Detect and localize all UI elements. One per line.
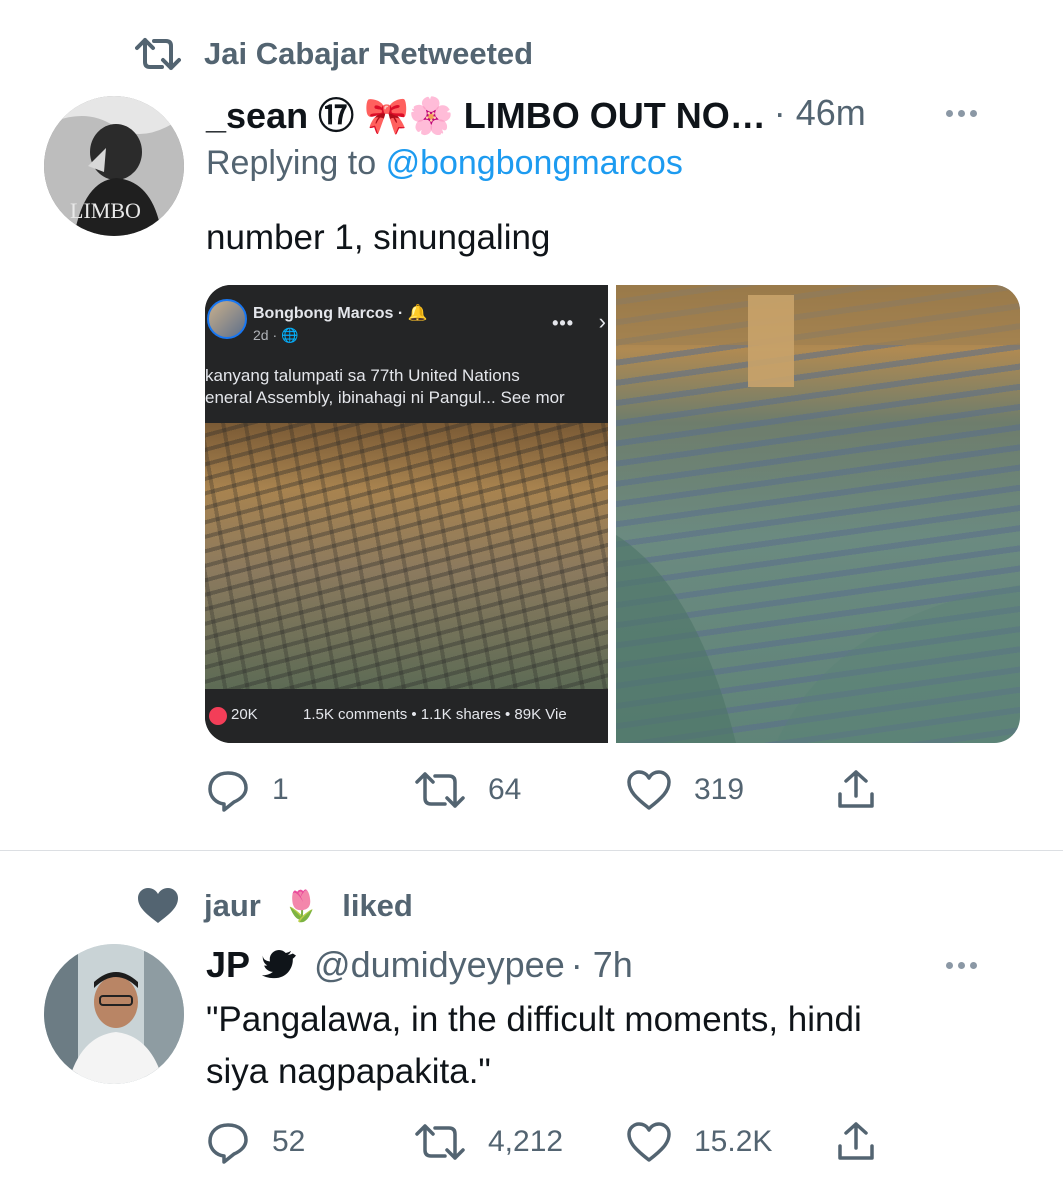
fb-caption-line: eneral Assembly, ibinahagi ni Pangul... … <box>205 388 565 407</box>
reply-icon <box>208 1123 248 1164</box>
like-count: 319 <box>694 773 745 806</box>
tweet-media[interactable]: Bongbong Marcos · 🔔 2d · 🌐 ••• › kanyang… <box>205 285 1020 743</box>
heart-reaction-icon <box>209 707 227 725</box>
reply-icon <box>208 771 248 812</box>
retweet-icon <box>415 772 465 808</box>
retweet-button[interactable]: 4,212 <box>414 1122 563 1162</box>
fb-page-name: Bongbong Marcos · 🔔 <box>253 305 428 322</box>
like-count: 15.2K <box>694 1125 773 1158</box>
retweet-button[interactable]: 64 <box>414 770 521 810</box>
share-icon <box>838 770 874 808</box>
reply-button[interactable]: 52 <box>206 1120 305 1164</box>
svg-text:LIMBO: LIMBO <box>70 198 141 223</box>
retweet-count: 64 <box>488 773 522 806</box>
media-image-assembly-hall[interactable] <box>616 285 1020 743</box>
tweet-text: number 1, sinungaling <box>206 218 551 257</box>
replying-to: Replying to @bongbongmarcos <box>206 144 683 183</box>
bird-icon <box>262 950 297 980</box>
replying-prefix: Replying to <box>206 144 377 182</box>
avatar[interactable] <box>44 944 184 1084</box>
display-name[interactable]: _sean ⑰ 🎀🌸 LIMBO OUT NO… <box>206 87 766 139</box>
liked-context: jaur 🌷 liked <box>134 878 413 934</box>
media-image-facebook-screenshot[interactable]: Bongbong Marcos · 🔔 2d · 🌐 ••• › kanyang… <box>205 285 608 743</box>
liked-label: liked <box>342 888 413 923</box>
retweet-icon <box>134 34 182 74</box>
fb-reaction-count: 20K <box>231 706 258 723</box>
fb-caption-line: kanyang talumpati sa 77th United Nations <box>205 366 520 385</box>
share-icon <box>838 1122 874 1160</box>
tulip-emoji: 🌷 <box>282 889 321 923</box>
fb-avatar <box>207 299 247 339</box>
handle[interactable]: @dumidyeypee <box>314 944 565 986</box>
retweet-count: 4,212 <box>488 1125 564 1158</box>
timestamp[interactable]: · 7h <box>571 944 633 986</box>
timestamp[interactable]: · 46m <box>774 92 866 134</box>
fb-stats: 1.5K comments • 1.1K shares • 89K Vie <box>303 706 567 723</box>
tweet-text-line: siya nagpapakita." <box>206 1052 491 1091</box>
fb-more-icon: ••• <box>552 313 574 333</box>
retweet-context: Jai Cabajar Retweeted <box>134 34 533 74</box>
retweet-icon <box>415 1124 465 1160</box>
like-button[interactable]: 319 <box>626 769 744 811</box>
fb-footer: 20K 1.5K comments • 1.1K shares • 89K Vi… <box>205 689 608 743</box>
share-button[interactable] <box>834 1120 878 1164</box>
heart-icon <box>627 770 671 810</box>
fb-caption: kanyang talumpati sa 77th United Nations… <box>205 365 565 409</box>
mention-link[interactable]: @bongbongmarcos <box>386 144 683 182</box>
assembly-hall-photo <box>205 423 608 689</box>
more-icon[interactable] <box>946 961 977 969</box>
fb-post-meta: 2d · 🌐 <box>253 327 299 343</box>
retweet-context-text[interactable]: Jai Cabajar Retweeted <box>204 36 533 72</box>
more-icon[interactable] <box>946 109 977 117</box>
tweet-header: _sean ⑰ 🎀🌸 LIMBO OUT NO… · 46m <box>206 86 1023 140</box>
reply-count: 1 <box>272 773 289 806</box>
display-name[interactable]: JP <box>206 944 250 986</box>
tweet-divider <box>0 850 1063 851</box>
liker-name[interactable]: jaur <box>204 888 261 924</box>
tweet-actions: 52 4,212 15.2K <box>206 1120 893 1164</box>
reply-button[interactable]: 1 <box>206 768 289 812</box>
heart-icon <box>627 1122 671 1162</box>
tweet-actions: 1 64 319 <box>206 768 893 812</box>
like-button[interactable]: 15.2K <box>626 1121 772 1163</box>
tweet-header: JP @dumidyeypee · 7h <box>206 938 1023 992</box>
heart-filled-icon <box>134 886 182 926</box>
tweet-text: "Pangalawa, in the difficult moments, hi… <box>206 994 862 1098</box>
reply-count: 52 <box>272 1125 306 1158</box>
avatar[interactable]: LIMBO <box>44 96 184 236</box>
tweet-text-line: "Pangalawa, in the difficult moments, hi… <box>206 1000 862 1039</box>
share-button[interactable] <box>834 768 878 812</box>
fb-chevron-icon: › <box>598 309 606 334</box>
